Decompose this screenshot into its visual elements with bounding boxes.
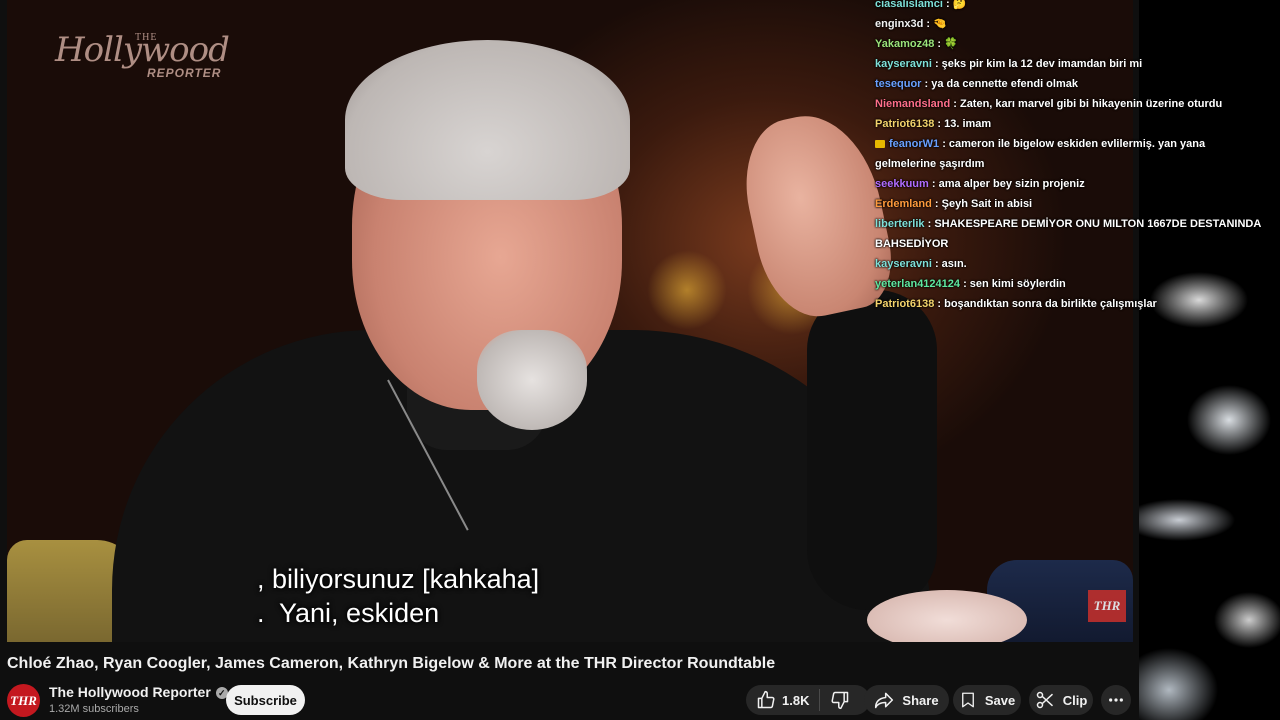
background-lamp (647, 250, 727, 330)
chat-username[interactable]: ciasalislamci (875, 0, 943, 10)
like-count: 1.8K (782, 692, 810, 708)
chat-username[interactable]: Erdemland (875, 198, 932, 210)
thumbs-down-icon (831, 691, 849, 710)
chat-overlay: ciasalislamci : 🤔 enginx3d : 🤏 Yakamoz48 :… (875, 0, 1265, 314)
clip-label: Clip (1062, 692, 1088, 708)
channel-avatar[interactable]: THR (7, 684, 40, 717)
chat-username[interactable]: Niemandsland (875, 98, 950, 110)
chat-text: : şeks pir kim la 12 dev imamdan biri mi (934, 58, 1143, 70)
subscribe-button[interactable]: Subscribe (226, 685, 305, 715)
share-button[interactable]: Share (864, 685, 949, 715)
subtitle-line: . Yani, eskiden (257, 598, 440, 628)
chat-text: : 🍀 (937, 38, 958, 50)
chat-text: : ama alper bey sizin projeniz (931, 178, 1085, 190)
chat-message: Patriot6138 : 13. imam (875, 114, 1265, 134)
chat-message: kayseravni : asın. (875, 254, 1265, 274)
chat-username[interactable]: yeterlan4124124 (875, 278, 960, 290)
chat-message: yeterlan4124124 : sen kimi söylerdin (875, 274, 1265, 294)
chat-text: : 🤔 (945, 0, 967, 10)
chat-message: enginx3d : 🤏 (875, 14, 1265, 34)
chat-username[interactable]: tesequor (875, 78, 921, 90)
channel-name-text[interactable]: The Hollywood Reporter (49, 684, 211, 700)
chat-message: liberterlik : SHAKESPEARE DEMİYOR ONU MI… (875, 214, 1265, 254)
clip-button[interactable]: Clip (1029, 685, 1093, 715)
chat-text: : Zaten, karı marvel gibi bi hikayenin ü… (953, 98, 1223, 110)
speaker-arm (807, 290, 937, 610)
chat-message: tesequor : ya da cennette efendi olmak (875, 74, 1265, 94)
crown-badge-icon (875, 140, 885, 149)
speaker-beard (477, 330, 587, 430)
save-button[interactable]: Save (953, 685, 1021, 715)
chat-message: Erdemland : Şeyh Sait in abisi (875, 194, 1265, 214)
chat-username[interactable]: enginx3d (875, 18, 923, 30)
chat-username[interactable]: Patriot6138 (875, 118, 934, 130)
chat-username[interactable]: feanorW1 (889, 138, 939, 150)
share-icon (875, 692, 894, 709)
chat-text: : SHAKESPEARE DEMİYOR ONU MILTON 1667DE … (875, 218, 1261, 250)
chat-text: : Şeyh Sait in abisi (934, 198, 1033, 210)
chat-text: : 13. imam (937, 118, 992, 130)
chat-text: : boşandıktan sonra da birlikte çalışmış… (937, 298, 1157, 310)
like-button[interactable]: 1.8K (746, 685, 819, 715)
chat-text: : 🤏 (926, 18, 947, 30)
speaker-hair (345, 40, 630, 200)
chat-message: Yakamoz48 : 🍀 (875, 34, 1265, 54)
chat-username[interactable]: kayseravni (875, 58, 932, 70)
watermark-logo: THE Hollywood REPORTER (55, 30, 230, 80)
subscriber-count: 1.32M subscribers (49, 703, 139, 715)
more-icon (1109, 698, 1123, 702)
chat-message: ciasalislamci : 🤔 (875, 0, 1265, 14)
chat-username[interactable]: Patriot6138 (875, 298, 934, 310)
thumbs-up-icon (757, 690, 775, 709)
chat-message: feanorW1 : cameron ile bigelow eskiden e… (875, 134, 1265, 174)
save-label: Save (984, 692, 1016, 708)
chat-text: : ya da cennette efendi olmak (924, 78, 1078, 90)
bookmark-icon (961, 692, 974, 708)
chat-message: Patriot6138 : boşandıktan sonra da birli… (875, 294, 1265, 314)
video-title: Chloé Zhao, Ryan Coogler, James Cameron,… (7, 655, 776, 672)
chat-username[interactable]: seekkuum (875, 178, 929, 190)
channel-name[interactable]: The Hollywood Reporter ✓ (49, 684, 228, 700)
foreground-hand (867, 590, 1027, 642)
like-dislike-group: 1.8K (746, 685, 870, 715)
chat-text: : asın. (934, 258, 967, 270)
chat-message: Niemandsland : Zaten, karı marvel gibi b… (875, 94, 1265, 114)
chat-username[interactable]: Yakamoz48 (875, 38, 934, 50)
more-actions-button[interactable] (1101, 685, 1131, 715)
scissors-icon (1036, 691, 1053, 709)
watermark-the: THE (135, 32, 158, 43)
share-label: Share (902, 692, 939, 708)
corner-logo: THR (1088, 590, 1126, 622)
chat-text: : sen kimi söylerdin (963, 278, 1066, 290)
chat-username[interactable]: kayseravni (875, 258, 932, 270)
watermark-sub: REPORTER (147, 66, 222, 80)
chat-message: kayseravni : şeks pir kim la 12 dev imam… (875, 54, 1265, 74)
subtitle-line: , biliyorsunuz [kahkaha] (257, 564, 540, 594)
subtitle-box: , biliyorsunuz [kahkaha] . Yani, eskiden (257, 562, 539, 630)
dislike-button[interactable] (820, 685, 860, 715)
chat-message: seekkuum : ama alper bey sizin projeniz (875, 174, 1265, 194)
chat-username[interactable]: liberterlik (875, 218, 925, 230)
